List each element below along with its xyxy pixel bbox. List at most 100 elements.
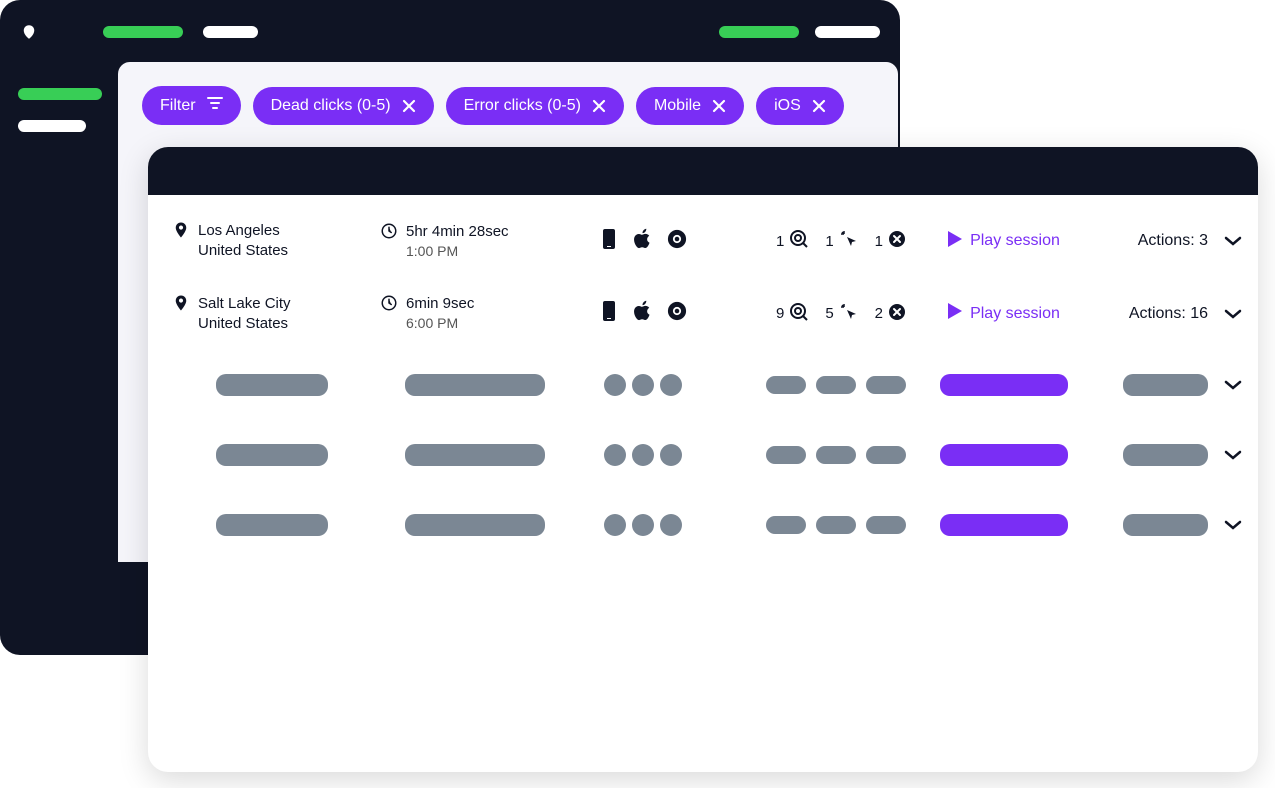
actions-label: Actions: 3 xyxy=(1138,232,1208,250)
skeleton-pill xyxy=(766,446,806,464)
stat-value: 2 xyxy=(875,305,883,322)
target-icon xyxy=(789,302,809,326)
chevron-down-icon[interactable] xyxy=(1224,376,1242,394)
chip-label: iOS xyxy=(774,97,801,115)
close-icon[interactable] xyxy=(712,99,726,113)
duration: 6min 9sec xyxy=(406,294,474,314)
session-list: Los Angeles United States 5hr 4min 28sec… xyxy=(148,195,1258,560)
skeleton-dot xyxy=(660,374,682,396)
skeleton-pill xyxy=(866,376,906,394)
actions-cell: Actions: 16 xyxy=(1102,305,1242,323)
skeleton-pill xyxy=(766,516,806,534)
location-cell: Los Angeles United States xyxy=(172,221,372,262)
chip-label: Error clicks (0-5) xyxy=(464,97,581,115)
error-clicks-stat: 1 xyxy=(875,230,906,252)
sessions-header xyxy=(148,147,1258,195)
chevron-down-icon[interactable] xyxy=(1224,305,1242,323)
chevron-down-icon[interactable] xyxy=(1224,516,1242,534)
chevron-down-icon[interactable] xyxy=(1224,232,1242,250)
chip-dead-clicks[interactable]: Dead clicks (0-5) xyxy=(253,87,434,125)
time: 1:00 PM xyxy=(406,242,509,261)
play-icon xyxy=(948,303,962,324)
skeleton-row xyxy=(148,420,1258,490)
close-icon[interactable] xyxy=(592,99,606,113)
skeleton-pill xyxy=(405,374,545,396)
location-cell: Salt Lake City United States xyxy=(172,294,372,335)
location-pin-icon xyxy=(172,294,190,317)
target-icon xyxy=(789,229,809,253)
rage-clicks-stat: 5 xyxy=(825,302,858,326)
chip-label: Dead clicks (0-5) xyxy=(271,97,391,115)
chip-ios[interactable]: iOS xyxy=(756,87,844,125)
browser-icon xyxy=(667,300,687,327)
error-icon xyxy=(888,303,906,325)
location-city: Los Angeles xyxy=(198,221,288,241)
skeleton-row xyxy=(148,490,1258,560)
skeleton-pill xyxy=(866,516,906,534)
browser-icon xyxy=(667,228,687,255)
location-country: United States xyxy=(198,314,291,334)
skeleton-pill xyxy=(1123,514,1208,536)
play-label: Play session xyxy=(970,305,1060,323)
sidebar-item-2 xyxy=(18,120,86,132)
stats-cell: 1 1 1 xyxy=(716,229,906,253)
skeleton-pill xyxy=(766,376,806,394)
location-pin-icon xyxy=(172,221,190,244)
logo-icon xyxy=(20,23,38,41)
skeleton-dot xyxy=(632,374,654,396)
skeleton-pill xyxy=(1123,374,1208,396)
skeleton-pill xyxy=(940,374,1068,396)
sidebar-item-1 xyxy=(18,88,102,100)
play-session-button[interactable]: Play session xyxy=(914,231,1094,252)
play-label: Play session xyxy=(970,232,1060,250)
skeleton-pill xyxy=(216,374,328,396)
filter-row: Filter Dead clicks (0-5) Error clicks (0… xyxy=(142,86,874,125)
skeleton-dot xyxy=(660,444,682,466)
filter-button[interactable]: Filter xyxy=(142,86,241,125)
skeleton-pill xyxy=(816,516,856,534)
actions-label: Actions: 16 xyxy=(1129,305,1208,323)
skeleton-pill xyxy=(866,446,906,464)
skeleton-pill xyxy=(216,444,328,466)
skeleton-pill xyxy=(216,514,328,536)
cursor-click-icon xyxy=(839,302,859,326)
skeleton-pill xyxy=(1123,444,1208,466)
skeleton-dot xyxy=(604,514,626,536)
session-row: Salt Lake City United States 6min 9sec 6… xyxy=(148,278,1258,351)
stat-value: 9 xyxy=(776,305,784,322)
chip-error-clicks[interactable]: Error clicks (0-5) xyxy=(446,87,624,125)
rage-clicks-stat: 1 xyxy=(825,229,858,253)
skeleton-dot xyxy=(632,514,654,536)
close-icon[interactable] xyxy=(402,99,416,113)
skeleton-dot xyxy=(632,444,654,466)
cursor-click-icon xyxy=(839,229,859,253)
skeleton-pill xyxy=(816,446,856,464)
stat-value: 1 xyxy=(776,233,784,250)
clock-icon xyxy=(380,294,398,317)
stat-value: 5 xyxy=(825,305,833,322)
dead-clicks-stat: 1 xyxy=(776,229,809,253)
skeleton-pill xyxy=(405,514,545,536)
chip-mobile[interactable]: Mobile xyxy=(636,87,744,125)
time: 6:00 PM xyxy=(406,314,474,333)
filter-label: Filter xyxy=(160,97,196,115)
error-icon xyxy=(888,230,906,252)
mobile-icon xyxy=(599,228,619,255)
session-row: Los Angeles United States 5hr 4min 28sec… xyxy=(148,205,1258,278)
sessions-window: Los Angeles United States 5hr 4min 28sec… xyxy=(148,147,1258,772)
play-session-button[interactable]: Play session xyxy=(914,303,1094,324)
skeleton-pill xyxy=(816,376,856,394)
filter-icon xyxy=(207,96,223,115)
header-pill-2 xyxy=(203,26,258,38)
skeleton-pill xyxy=(940,514,1068,536)
location-country: United States xyxy=(198,241,288,261)
location-city: Salt Lake City xyxy=(198,294,291,314)
dead-clicks-stat: 9 xyxy=(776,302,809,326)
stat-value: 1 xyxy=(875,233,883,250)
stat-value: 1 xyxy=(825,233,833,250)
skeleton-dot xyxy=(660,514,682,536)
close-icon[interactable] xyxy=(812,99,826,113)
skeleton-pill xyxy=(405,444,545,466)
chevron-down-icon[interactable] xyxy=(1224,446,1242,464)
stats-cell: 9 5 2 xyxy=(716,302,906,326)
